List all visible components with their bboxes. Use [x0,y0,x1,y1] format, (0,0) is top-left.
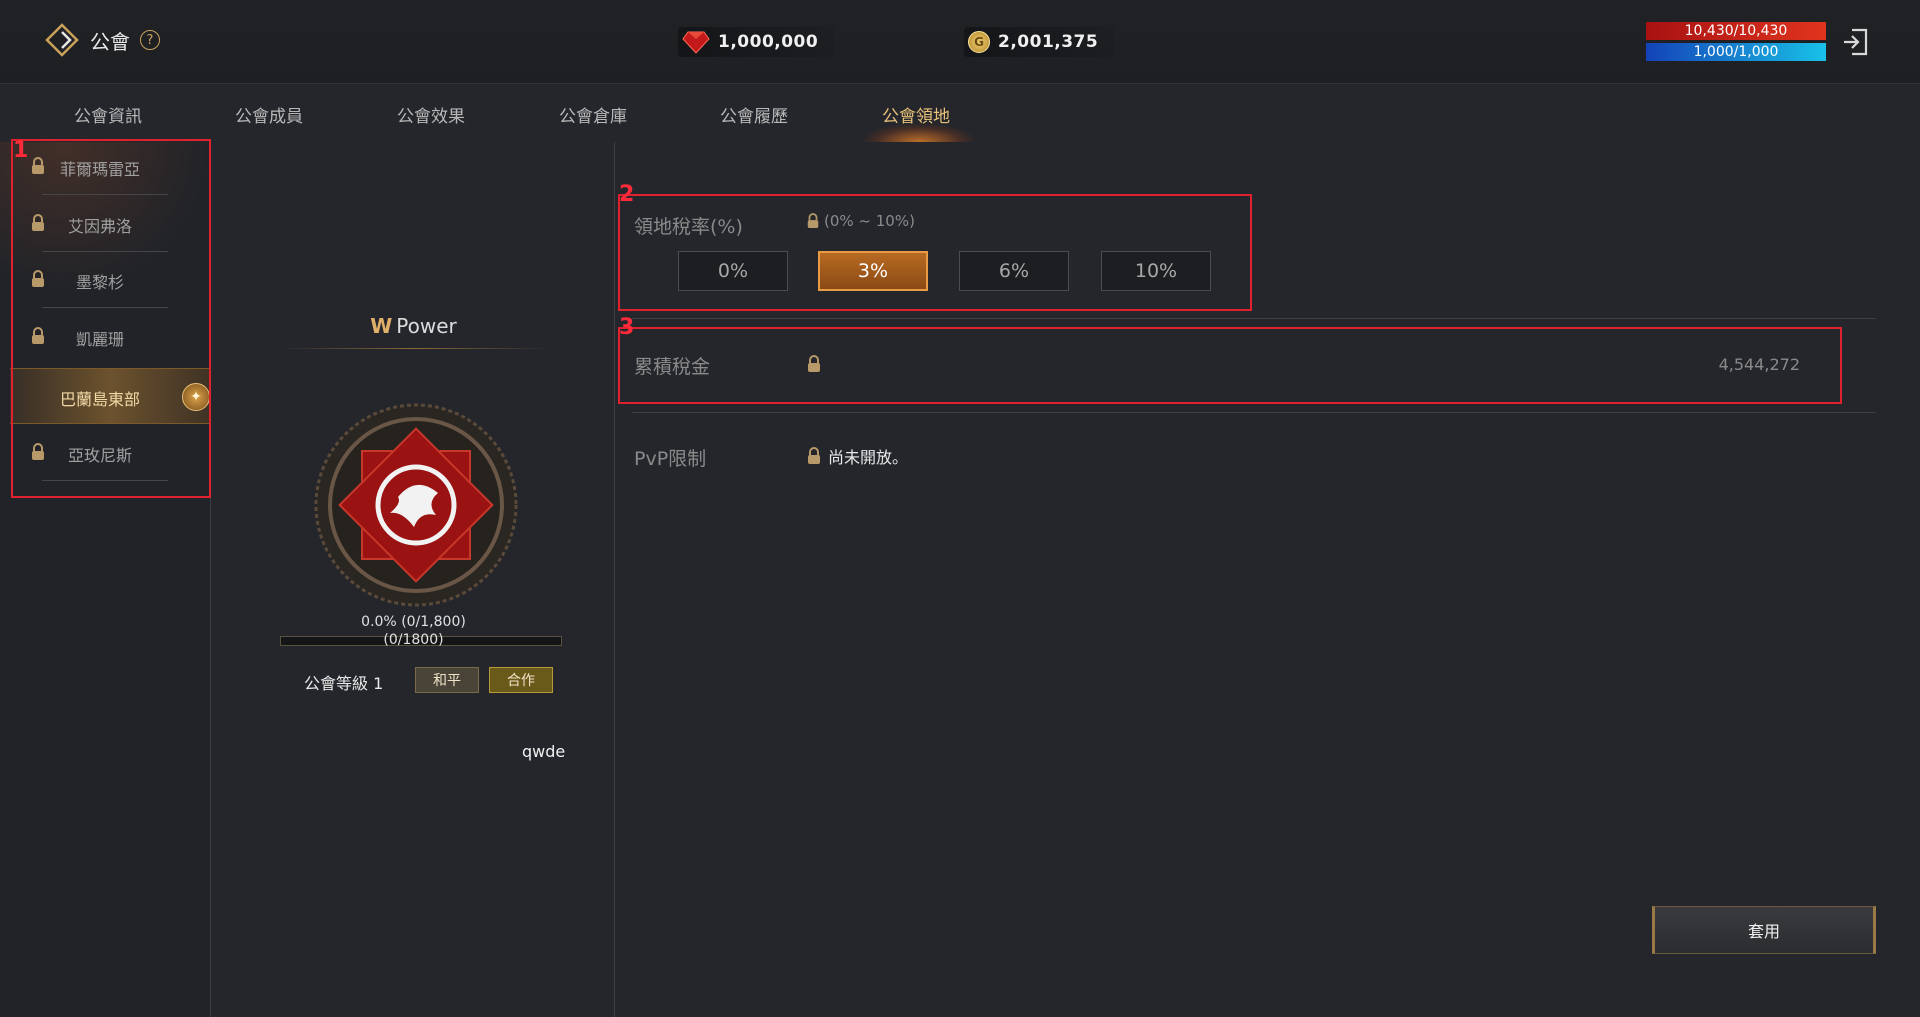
help-icon[interactable]: ? [140,30,160,50]
guild-menu-icon[interactable] [44,22,80,58]
red-gem-icon [682,31,710,54]
coin-currency: G 2,001,375 [964,27,1115,57]
title-divider [280,348,550,349]
status-bars: 10,430/10,430 1,000/1,000 [1646,22,1826,64]
guild-header: 公會 ? [44,22,160,58]
annotation-label-1: 1 [13,138,29,163]
hp-bar: 10,430/10,430 [1646,22,1826,40]
stance-coop-badge: 合作 [489,667,553,693]
divider [632,318,1876,319]
pvp-limit-label: PvP限制 [634,448,707,470]
apply-button[interactable]: 套用 [1652,906,1876,954]
annotation-label-2: 2 [619,182,635,207]
tab-guild-storage[interactable]: 公會倉庫 [559,102,627,127]
annotation-label-3: 3 [619,315,635,340]
pvp-limit-status: 尚未開放。 [806,444,908,468]
mp-bar: 1,000/1,000 [1646,43,1826,61]
annotation-box-3 [618,327,1842,404]
annotation-box-2 [618,194,1252,311]
guild-level: 公會等級 1 [304,674,384,693]
dragon-emblem-icon [314,403,518,607]
annotation-box-1 [11,139,211,498]
guild-mark: W [370,314,393,338]
tab-guild-members[interactable]: 公會成員 [235,102,303,127]
page-title: 公會 [90,29,130,54]
coin-amount: 2,001,375 [998,32,1099,52]
gem-amount: 1,000,000 [718,32,819,52]
guild-info-panel: W Power 0.0% (0/1,800) (0/1800) 公會等級 1 和平… [212,142,615,1017]
tab-guild-info[interactable]: 公會資訊 [74,102,142,127]
progress-sub-text: (0/1800) [383,632,444,648]
tab-bar: 公會資訊 公會成員 公會效果 公會倉庫 公會履歷 公會領地 [0,84,1920,142]
exit-icon[interactable] [1840,26,1872,58]
gold-coin-icon: G [968,31,990,53]
progress-text: 0.0% (0/1,800) [361,614,466,630]
divider [632,412,1876,413]
guild-leader-name: qwde [522,742,566,761]
guild-title: Power [396,314,457,338]
top-bar: 公會 ? 1,000,000 G 2,001,375 10,430/10,430… [0,0,1920,84]
pvp-limit-text: 尚未開放。 [828,448,909,467]
gem-currency: 1,000,000 [678,27,835,57]
stance-peace-badge: 和平 [415,667,479,693]
lock-icon [808,447,820,464]
tab-guild-effects[interactable]: 公會效果 [397,102,465,127]
tab-guild-history[interactable]: 公會履歷 [720,102,788,127]
guild-name: W Power [212,314,615,338]
active-tab-indicator [864,124,974,142]
